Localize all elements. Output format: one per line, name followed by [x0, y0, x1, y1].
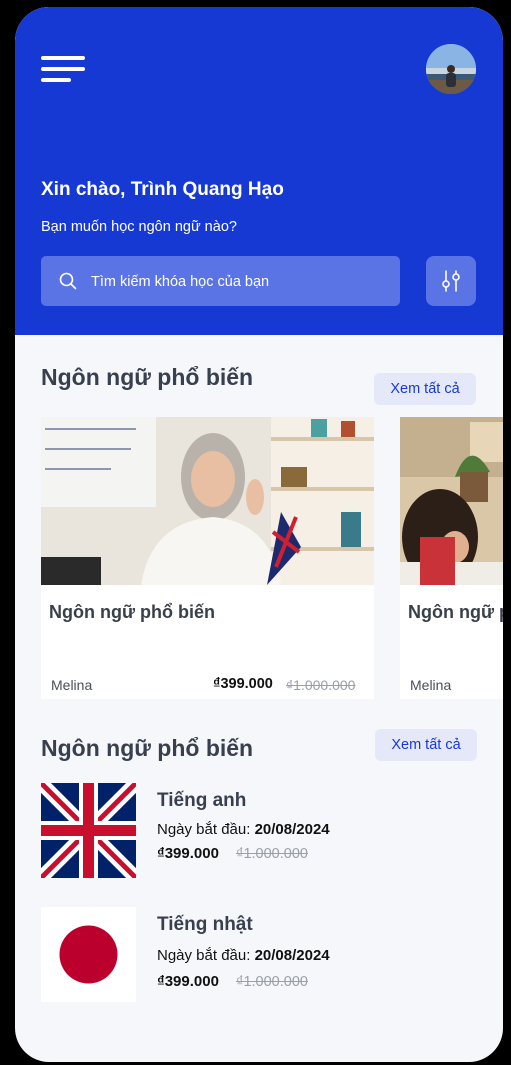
- card-instructor: Melina: [410, 677, 452, 693]
- uk-flag-icon: [41, 783, 136, 878]
- search-input[interactable]: [89, 256, 393, 308]
- app-screen: Xin chào, Trình Quang Hạo Bạn muốn học n…: [15, 7, 503, 1062]
- card-title: Ngôn ngữ phổ biến: [408, 602, 503, 622]
- card-instructor: Melina: [51, 677, 93, 693]
- course-price: ₫399.000: [157, 845, 219, 862]
- filter-button[interactable]: [426, 256, 476, 306]
- course-image: [41, 417, 374, 585]
- course-card[interactable]: Ngôn ngữ phổ biến Melina: [400, 417, 503, 699]
- greeting-text: Xin chào, Trình Quang Hạo: [41, 179, 284, 200]
- course-name: Tiếng nhật: [157, 914, 253, 935]
- course-price: ₫399.000: [157, 973, 219, 990]
- subtitle-text: Bạn muốn học ngôn ngữ nào?: [41, 219, 237, 235]
- course-name: Tiếng anh: [157, 790, 247, 811]
- card-title: Ngôn ngữ phổ biến: [49, 602, 215, 622]
- course-start-date: Ngày bắt đầu: 20/08/2024: [157, 947, 330, 964]
- avatar[interactable]: [426, 44, 476, 94]
- menu-icon[interactable]: [41, 56, 85, 84]
- courses-section-title: Ngôn ngữ phổ biến: [41, 735, 254, 761]
- list-item[interactable]: Tiếng nhật Ngày bắt đầu: 20/08/2024 ₫399…: [41, 907, 481, 1003]
- course-old-price: ₫1.000.000: [236, 846, 308, 862]
- japan-flag-icon: [41, 907, 136, 1002]
- search-bar[interactable]: [41, 256, 400, 308]
- card-price: ₫399.000: [213, 676, 273, 692]
- course-card[interactable]: Ngôn ngữ phổ biến Melina ₫399.000 ₫1.000…: [41, 417, 374, 699]
- card-old-price: ₫1.000.000: [286, 677, 356, 693]
- popular-see-all-button[interactable]: Xem tất cả: [374, 373, 476, 405]
- course-start-date: Ngày bắt đầu: 20/08/2024: [157, 821, 330, 838]
- popular-section-title: Ngôn ngữ phổ biến: [41, 364, 254, 390]
- sliders-icon: [442, 270, 460, 292]
- header: Xin chào, Trình Quang Hạo Bạn muốn học n…: [15, 7, 503, 335]
- course-image: [400, 417, 503, 585]
- courses-see-all-button[interactable]: Xem tất cả: [375, 729, 477, 761]
- search-icon: [59, 272, 77, 290]
- list-item[interactable]: Tiếng anh Ngày bắt đầu: 20/08/2024 ₫399.…: [41, 783, 481, 879]
- course-old-price: ₫1.000.000: [236, 974, 308, 990]
